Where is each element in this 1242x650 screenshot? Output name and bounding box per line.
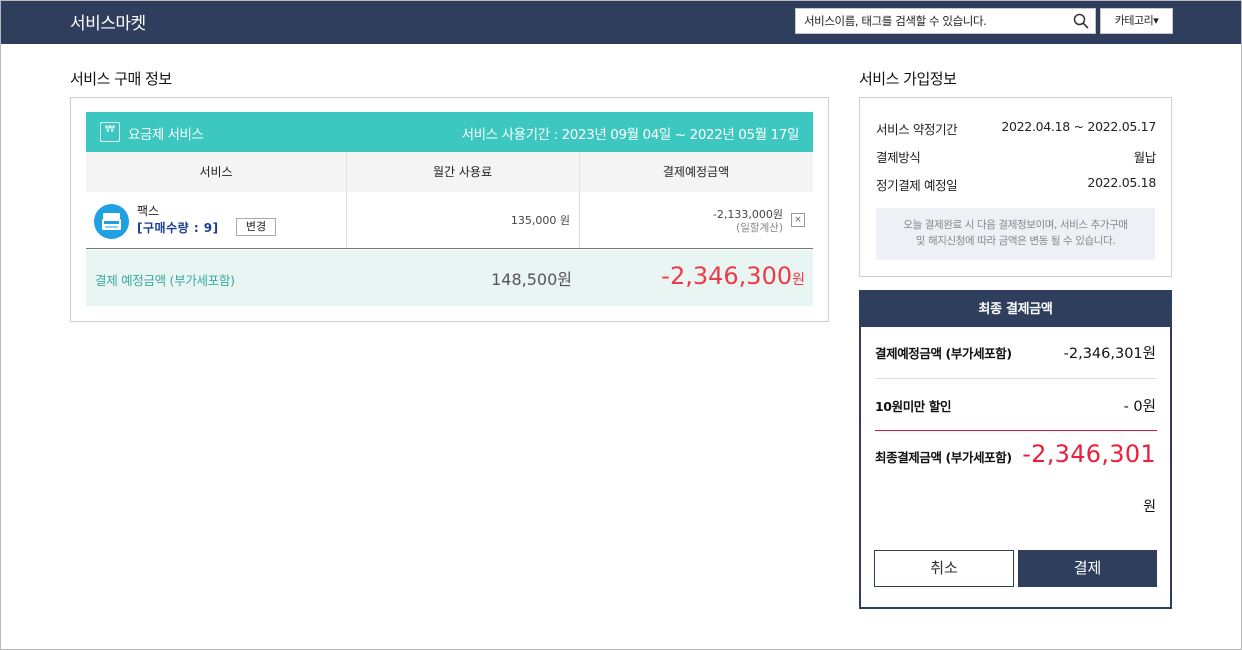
purchase-quantity: [구매수량 : 9] (137, 221, 219, 235)
fax-icon (94, 204, 129, 239)
summary-expected-total-number: -2,346,300 (661, 262, 793, 290)
final-expected-value: -2,346,301원 (1063, 346, 1156, 362)
column-divider (579, 152, 580, 192)
summary-monthly-total: 148,500원 (491, 270, 572, 289)
next-payment-date-label: 정기결제 예정일 (876, 178, 958, 193)
contract-period-label: 서비스 약정기간 (876, 122, 958, 137)
summary-expected-total: -2,346,300원 (661, 262, 805, 290)
cancel-button[interactable]: 취소 (874, 550, 1014, 587)
divider (875, 378, 1157, 379)
payment-method-value: 월납 (1133, 150, 1157, 165)
column-header-expected-amount: 결제예정금액 (662, 165, 730, 179)
final-total-value: -2,346,301 (1022, 440, 1156, 468)
change-quantity-button[interactable]: 변경 (236, 218, 276, 236)
won-receipt-icon: ₩ (100, 122, 120, 142)
column-divider (346, 192, 347, 248)
search-input[interactable] (796, 9, 1068, 33)
payment-notice: 오늘 결제완료 시 다음 결제정보이며, 서비스 추가구매 및 해지신청에 따라… (876, 208, 1155, 260)
monthly-fee-value: 135,000 원 (510, 214, 570, 227)
final-total-label: 최종결제금액 (부가세포함) (875, 450, 1012, 465)
next-payment-date-value: 2022.05.18 (1087, 175, 1156, 190)
plan-bar: ₩ 요금제 서비스 서비스 사용기간 : 2023년 09월 04일 ~ 202… (86, 112, 813, 152)
search-box (795, 8, 1096, 34)
column-divider (579, 192, 580, 248)
table-row: 팩스 [구매수량 : 9] 변경 135,000 원 -2,133,000원 (… (86, 192, 813, 249)
column-header-monthly-fee: 월간 사용료 (432, 165, 492, 179)
summary-row: 결제 예정금액 (부가세포함) 148,500원 -2,346,300원 (86, 250, 813, 306)
plan-period: 서비스 사용기간 : 2023년 09월 04일 ~ 2022년 05월 17일 (461, 127, 800, 143)
subscription-panel: 서비스 약정기간 2022.04.18 ~ 2022.05.17 결제방식 월납… (859, 97, 1172, 277)
summary-label: 결제 예정금액 (부가세포함) (95, 273, 235, 288)
plan-name: 요금제 서비스 (128, 127, 204, 143)
final-expected-label: 결제예정금액 (부가세포함) (875, 346, 1012, 361)
brand-logo-text[interactable]: 서비스마켓 (70, 9, 146, 34)
discount-label: 10원미만 할인 (875, 399, 952, 414)
final-total-unit: 원 (1143, 499, 1156, 515)
prorated-note: (일할계산) (736, 222, 783, 234)
search-icon[interactable] (1073, 13, 1089, 29)
payment-notice-line: 오늘 결제완료 시 다음 결제정보이며, 서비스 추가구매 (903, 219, 1128, 231)
discount-value: - 0원 (1123, 399, 1156, 415)
top-navigation-bar: 서비스마켓 카테고리▾ (1, 1, 1241, 44)
subscription-section-title: 서비스 가입정보 (859, 70, 957, 88)
contract-period-value: 2022.04.18 ~ 2022.05.17 (1001, 119, 1156, 134)
total-divider (875, 430, 1157, 431)
payment-method-label: 결제방식 (876, 150, 921, 165)
final-payment-title: 최종 결제금액 (861, 292, 1170, 327)
purchase-section-title: 서비스 구매 정보 (70, 70, 172, 88)
summary-expected-total-unit: 원 (792, 272, 805, 288)
service-name: 팩스 (137, 204, 160, 218)
pay-button[interactable]: 결제 (1018, 550, 1157, 587)
payment-notice-line: 및 해지신청에 따라 금액은 변동 될 수 있습니다. (915, 235, 1116, 247)
table-header: 서비스 월간 사용료 결제예정금액 (86, 152, 813, 192)
column-header-service: 서비스 (199, 165, 233, 179)
remove-service-button[interactable]: × (791, 213, 805, 227)
purchase-panel: ₩ 요금제 서비스 서비스 사용기간 : 2023년 09월 04일 ~ 202… (70, 97, 829, 322)
category-dropdown-button[interactable]: 카테고리▾ (1100, 8, 1173, 34)
column-divider (346, 152, 347, 192)
final-payment-box: 최종 결제금액 결제예정금액 (부가세포함) -2,346,301원 10원미만… (859, 290, 1172, 609)
